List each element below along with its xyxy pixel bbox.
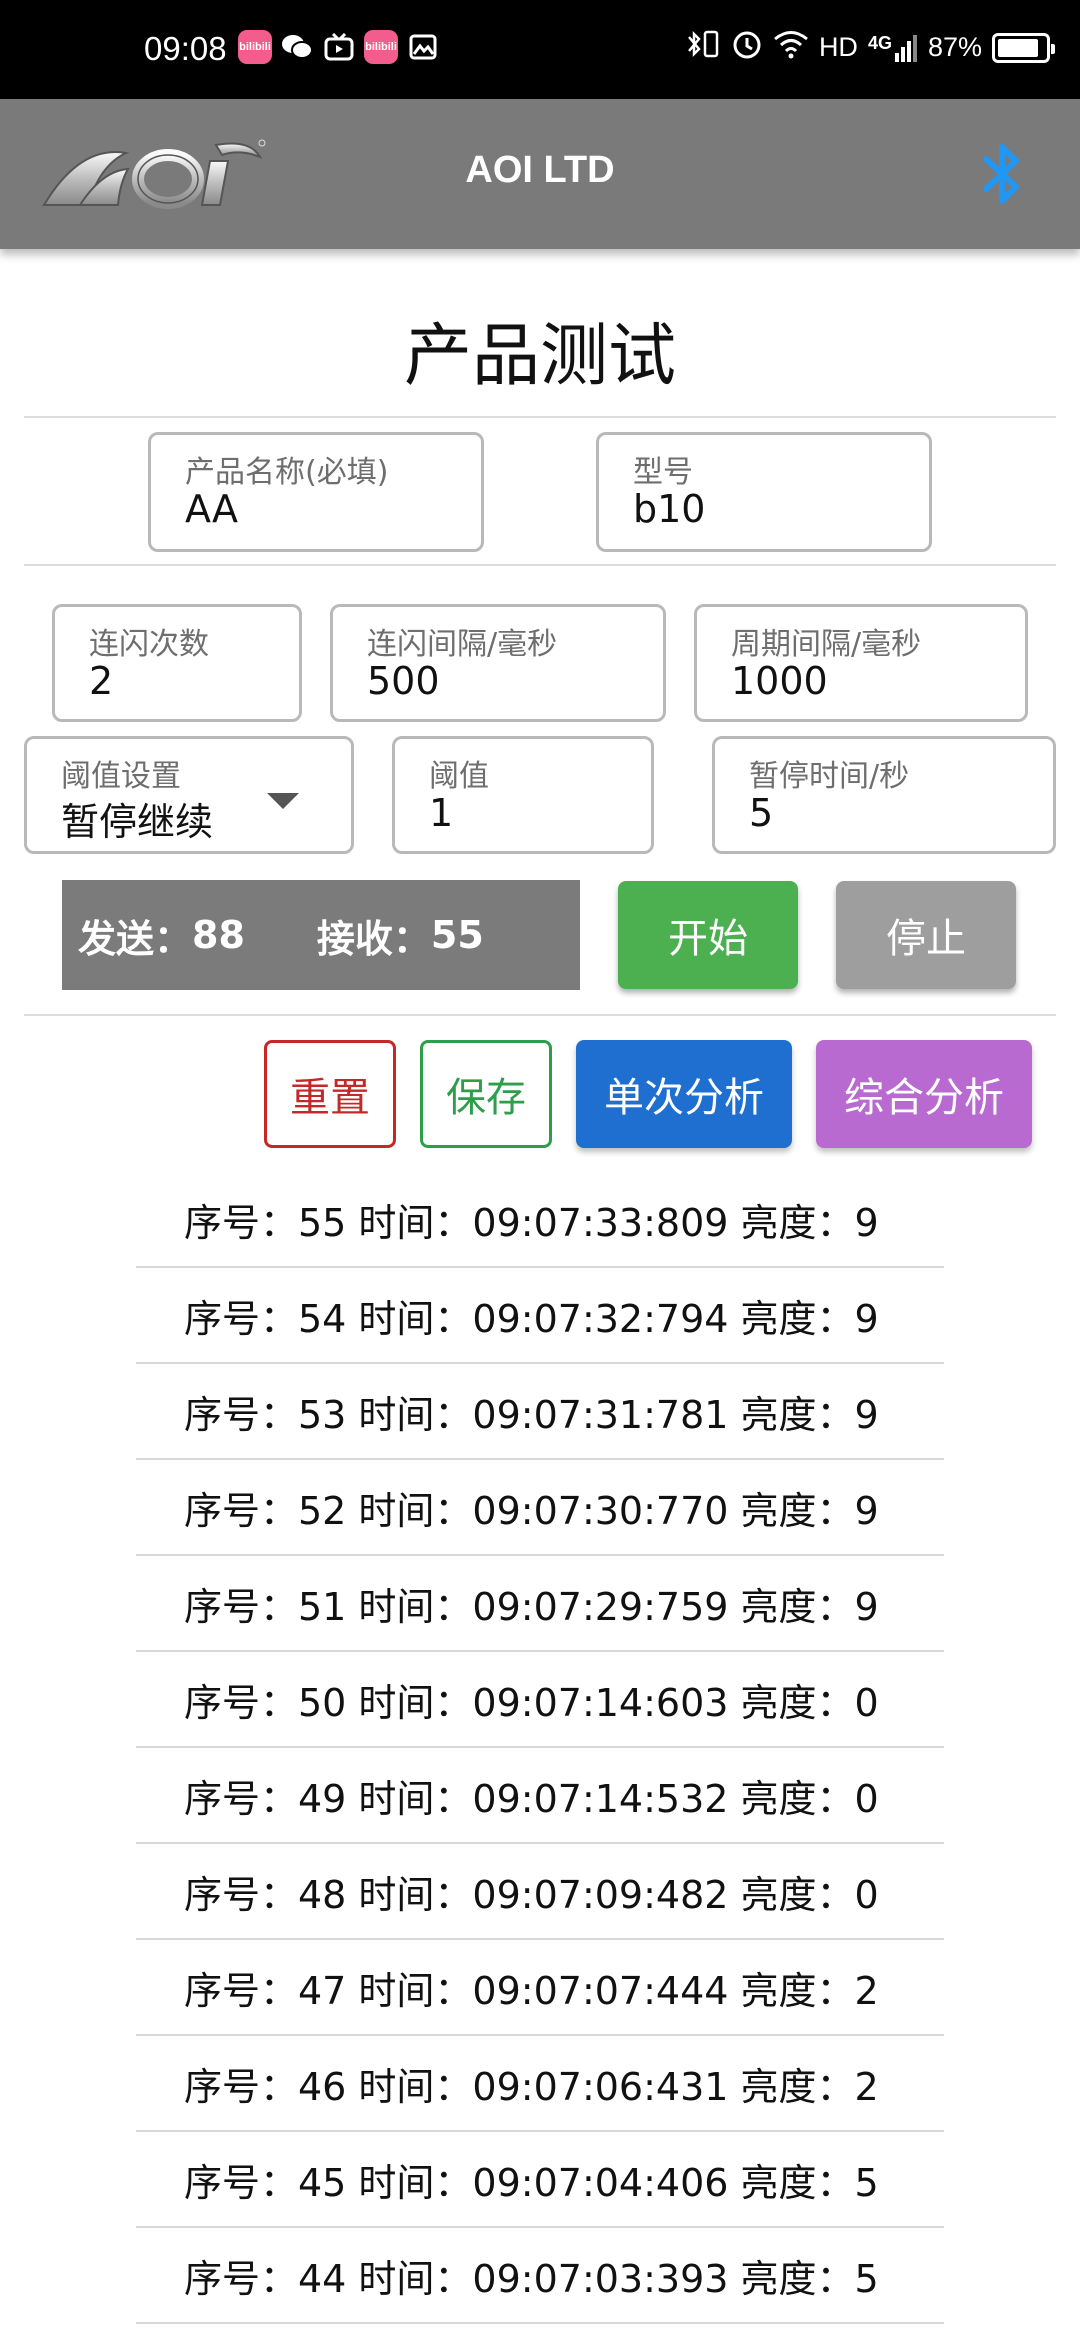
battery-icon xyxy=(992,32,1055,63)
threshold-field[interactable]: 阈值 1 xyxy=(392,736,654,854)
pause-time-value[interactable]: 5 xyxy=(749,791,773,835)
app-title: AOI LTD xyxy=(465,149,615,191)
divider xyxy=(24,1014,1056,1016)
list-item[interactable]: 序号：47 时间：09:07:07:444 亮度：2 xyxy=(136,1940,944,2036)
cycle-interval-field[interactable]: 周期间隔/毫秒 1000 xyxy=(694,604,1028,722)
bilibili-icon: bilibili xyxy=(238,30,272,64)
status-bar: 09:08 bilibili bilibili HD 4G 87% xyxy=(0,0,1080,99)
threshold-mode-label: 阈值设置 xyxy=(61,759,181,794)
send-count: 88 xyxy=(192,913,245,957)
pause-time-field[interactable]: 暂停时间/秒 5 xyxy=(712,736,1056,854)
alarm-icon xyxy=(731,28,763,67)
start-button[interactable]: 开始 xyxy=(618,881,798,989)
list-item[interactable]: 序号：50 时间：09:07:14:603 亮度：0 xyxy=(136,1652,944,1748)
product-name-label: 产品名称(必填) xyxy=(185,455,389,490)
receive-label: 接收： xyxy=(316,916,431,961)
model-field[interactable]: 型号 b10 xyxy=(596,432,932,552)
battery-percent: 87% xyxy=(927,32,982,62)
battery-level xyxy=(998,38,1039,57)
product-name-value[interactable]: AA xyxy=(185,487,238,531)
flash-interval-label: 连闪间隔/毫秒 xyxy=(367,627,558,662)
wifi-icon xyxy=(773,29,809,66)
list-item[interactable]: 序号：53 时间：09:07:31:781 亮度：9 xyxy=(136,1364,944,1460)
threshold-label: 阈值 xyxy=(429,759,489,794)
cycle-interval-value[interactable]: 1000 xyxy=(731,659,828,703)
threshold-mode-value[interactable]: 暂停继续 xyxy=(61,791,213,846)
flash-count-label: 连闪次数 xyxy=(89,627,209,662)
wechat-icon xyxy=(280,30,314,64)
flash-count-field[interactable]: 连闪次数 2 xyxy=(52,604,302,722)
product-name-field[interactable]: 产品名称(必填) AA xyxy=(148,432,484,552)
list-item[interactable]: 序号：46 时间：09:07:06:431 亮度：2 xyxy=(136,2036,944,2132)
network-label: HD xyxy=(818,32,858,62)
divider xyxy=(24,416,1056,418)
flash-count-value[interactable]: 2 xyxy=(89,659,113,703)
list-item[interactable]: 序号：51 时间：09:07:29:759 亮度：9 xyxy=(136,1556,944,1652)
model-label: 型号 xyxy=(633,455,693,490)
threshold-value[interactable]: 1 xyxy=(429,791,453,835)
list-item[interactable]: 序号：48 时间：09:07:09:482 亮度：0 xyxy=(136,1844,944,1940)
send-label: 发送： xyxy=(78,916,193,961)
divider xyxy=(24,564,1056,566)
bluetooth-icon[interactable] xyxy=(972,139,1032,209)
flash-interval-value[interactable]: 500 xyxy=(367,659,440,703)
gallery-icon xyxy=(406,30,440,64)
vibrate-bluetooth-icon xyxy=(685,28,721,67)
threshold-mode-dropdown[interactable]: 阈值设置 暂停继续 xyxy=(24,736,354,854)
page-title: 产品测试 xyxy=(403,317,676,396)
pause-time-label: 暂停时间/秒 xyxy=(749,759,910,794)
list-item[interactable]: 序号：49 时间：09:07:14:532 亮度：0 xyxy=(136,1748,944,1844)
app-bar: AOI LTD xyxy=(0,99,1080,249)
tv-icon xyxy=(322,30,356,64)
stop-button[interactable]: 停止 xyxy=(836,881,1016,989)
save-button[interactable]: 保存 xyxy=(420,1040,552,1148)
status-time: 09:08 xyxy=(144,30,227,67)
signal-icon: 4G xyxy=(868,33,918,63)
list-item[interactable]: 序号：54 时间：09:07:32:794 亮度：9 xyxy=(136,1268,944,1364)
counter-display: 发送： 88 接收： 55 xyxy=(62,880,580,990)
single-analysis-button[interactable]: 单次分析 xyxy=(576,1040,792,1148)
overall-analysis-button[interactable]: 综合分析 xyxy=(816,1040,1032,1148)
list-item[interactable]: 序号：45 时间：09:07:04:406 亮度：5 xyxy=(136,2132,944,2228)
record-list[interactable]: 序号：55 时间：09:07:33:809 亮度：9 序号：54 时间：09:0… xyxy=(136,1172,944,2324)
cycle-interval-label: 周期间隔/毫秒 xyxy=(731,627,922,662)
signal-label: 4G xyxy=(867,32,892,53)
notification-icons: bilibili bilibili xyxy=(238,30,440,64)
reset-button[interactable]: 重置 xyxy=(264,1040,396,1148)
system-indicators: HD 4G 87% xyxy=(685,28,1055,67)
flash-interval-field[interactable]: 连闪间隔/毫秒 500 xyxy=(330,604,666,722)
list-item[interactable]: 序号：52 时间：09:07:30:770 亮度：9 xyxy=(136,1460,944,1556)
receive-count: 55 xyxy=(430,913,484,957)
list-item[interactable]: 序号：55 时间：09:07:33:809 亮度：9 xyxy=(136,1172,944,1268)
model-value[interactable]: b10 xyxy=(633,487,705,531)
list-item[interactable]: 序号：44 时间：09:07:03:393 亮度：5 xyxy=(136,2228,944,2324)
bilibili-icon: bilibili xyxy=(364,30,398,64)
dropdown-arrow-icon[interactable] xyxy=(267,793,299,809)
